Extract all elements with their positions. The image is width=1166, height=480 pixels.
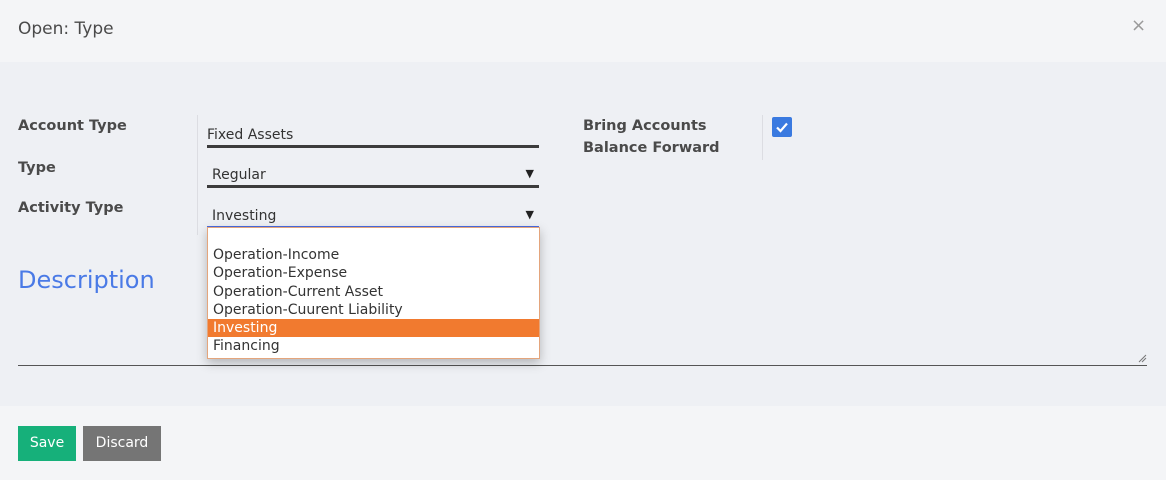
activity-type-label: Activity Type	[18, 200, 124, 216]
activity-type-value: Investing	[212, 208, 277, 224]
bring-forward-label-line1: Bring Accounts	[583, 118, 707, 134]
dialog-body	[0, 62, 1166, 406]
dropdown-option-operation-current-asset[interactable]: Operation-Current Asset	[208, 283, 539, 301]
bring-forward-checkbox[interactable]	[772, 117, 792, 137]
dropdown-option-investing[interactable]: Investing	[208, 319, 539, 338]
type-label: Type	[18, 160, 56, 176]
resize-handle-icon[interactable]	[1138, 354, 1147, 363]
checkbox-divider	[762, 115, 763, 160]
save-button[interactable]: Save	[18, 426, 76, 461]
check-icon	[776, 122, 788, 133]
dialog-title: Open: Type	[18, 19, 114, 39]
bring-forward-label-line2: Balance Forward	[583, 140, 720, 156]
description-textarea[interactable]	[18, 365, 1147, 366]
activity-type-dropdown[interactable]: Operation-Income Operation-Expense Opera…	[207, 227, 540, 359]
dropdown-option-operation-income[interactable]: Operation-Income	[208, 246, 539, 264]
close-icon[interactable]: ×	[1131, 14, 1146, 38]
discard-button[interactable]: Discard	[83, 426, 161, 461]
account-type-field[interactable]: Fixed Assets	[207, 121, 539, 148]
description-title: Description	[18, 266, 155, 294]
account-type-label: Account Type	[18, 118, 127, 134]
type-value: Regular	[212, 167, 266, 183]
chevron-down-icon: ▼	[525, 208, 534, 221]
dropdown-option-operation-current-liability[interactable]: Operation-Cuurent Liability	[208, 301, 539, 319]
dialog-footer	[0, 406, 1166, 480]
dropdown-empty-option[interactable]	[208, 228, 539, 246]
field-divider	[197, 115, 198, 235]
account-type-value: Fixed Assets	[207, 127, 294, 143]
dropdown-option-financing[interactable]: Financing	[208, 337, 539, 355]
type-select[interactable]: Regular ▼	[207, 161, 539, 188]
chevron-down-icon: ▼	[525, 167, 534, 180]
activity-type-select[interactable]: Investing ▼	[207, 202, 539, 228]
dropdown-option-operation-expense[interactable]: Operation-Expense	[208, 264, 539, 282]
dialog-header: Open: Type ×	[0, 0, 1166, 62]
